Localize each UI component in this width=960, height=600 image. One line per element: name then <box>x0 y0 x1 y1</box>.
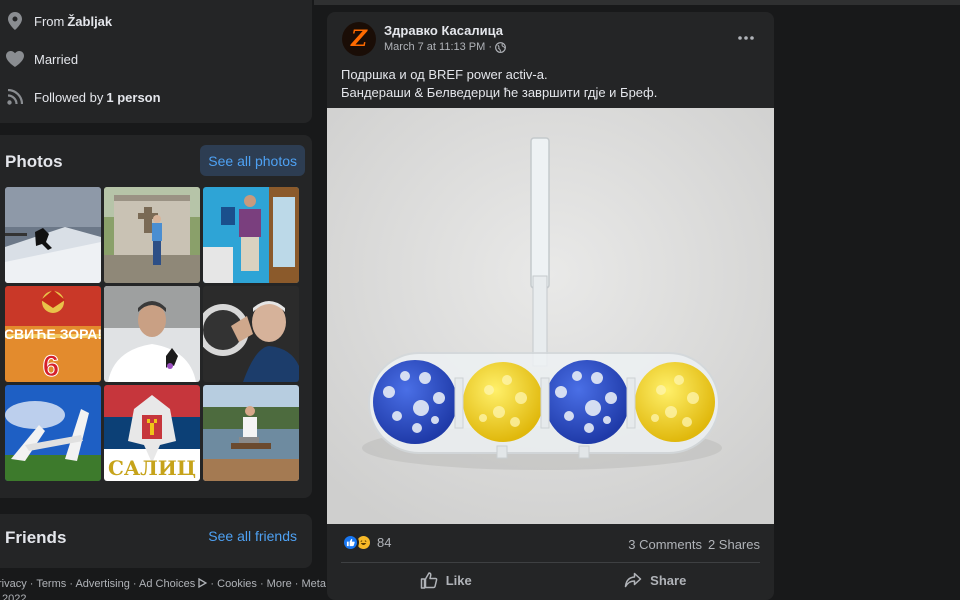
intro-relationship: Married <box>34 51 79 67</box>
post-options-button[interactable] <box>732 24 760 52</box>
photo-thumbnail[interactable] <box>104 286 200 382</box>
photos-title: Photos <box>5 152 63 171</box>
feed-post: Z Здравко Касалица March 7 at 11:13 PM ·… <box>327 12 774 600</box>
intro-from-place[interactable]: Žabljak <box>67 14 112 29</box>
photo-thumbnail-flag[interactable]: САЛИЦ <box>104 385 200 481</box>
photo-thumbnail[interactable] <box>203 385 299 481</box>
more-horizontal-icon <box>738 36 754 40</box>
comments-count-link[interactable]: 3 Comments <box>628 537 702 552</box>
profile-left-column: From Žabljak Married Followed by 1 perso… <box>0 0 326 600</box>
post-meta: March 7 at 11:13 PM · <box>384 41 506 53</box>
ad-choices-icon <box>198 577 208 591</box>
post-divider <box>341 562 760 563</box>
footer-link[interactable]: Terms <box>36 578 66 590</box>
rss-icon <box>5 87 25 107</box>
globe-icon[interactable] <box>495 41 506 53</box>
author-avatar[interactable]: Z <box>342 22 376 56</box>
footer-link[interactable]: Advertising <box>75 578 129 590</box>
photos-card: Photos See all photos СВИЋЕ ЗОРА! 6 САЛИ… <box>0 135 312 498</box>
friends-card: Friends See all friends <box>0 514 312 568</box>
intro-from-prefix: From <box>34 13 65 29</box>
share-arrow-icon <box>624 572 642 588</box>
footer-link[interactable]: Ad Choices <box>139 578 195 590</box>
share-label: Share <box>650 572 687 588</box>
poster-text-line2: 6 <box>43 350 60 382</box>
footer-link[interactable]: More <box>267 578 292 590</box>
like-button[interactable]: Like <box>341 566 551 594</box>
see-all-photos-button[interactable]: See all photos <box>200 145 305 176</box>
post-author[interactable]: Здравко Касалица <box>384 23 503 38</box>
photo-thumbnail[interactable] <box>104 187 200 283</box>
intro-followers-row: Followed by 1 person <box>5 87 164 107</box>
thumbs-up-icon <box>420 571 438 589</box>
location-pin-icon <box>5 11 25 31</box>
footer-year: 2022 <box>2 593 27 600</box>
friends-title: Friends <box>5 528 67 547</box>
intro-relationship-row: Married <box>5 49 78 69</box>
post-stats: 3 Comments 2 Shares <box>628 537 760 552</box>
flag-text: САЛИЦ <box>108 456 196 480</box>
poster-text-line1: СВИЋЕ ЗОРА! <box>5 326 101 342</box>
reactions-summary[interactable]: 84 <box>342 534 391 551</box>
intro-card: From Žabljak Married Followed by 1 perso… <box>0 0 312 123</box>
top-divider <box>314 0 960 5</box>
photo-grid: СВИЋЕ ЗОРА! 6 САЛИЦ <box>5 187 299 481</box>
footer-links: rivacy · Terms · Advertising · Ad Choice… <box>0 577 326 591</box>
post-text-line: Подршка и од BREF power activ-a. <box>341 67 548 82</box>
avatar-letter: Z <box>350 26 368 52</box>
photo-thumbnail[interactable] <box>203 187 299 283</box>
intro-from-row: From Žabljak <box>5 11 115 31</box>
footer-link[interactable]: rivacy <box>0 578 27 590</box>
post-image[interactable] <box>327 108 774 524</box>
share-button[interactable]: Share <box>551 566 761 594</box>
post-timestamp[interactable]: March 7 at 11:13 PM <box>384 41 485 53</box>
intro-followed-count[interactable]: 1 person <box>106 90 160 105</box>
photo-thumbnail[interactable] <box>5 385 101 481</box>
see-all-friends-link[interactable]: See all friends <box>208 528 297 544</box>
photo-thumbnail-poster[interactable]: СВИЋЕ ЗОРА! 6 <box>5 286 101 382</box>
footer-link[interactable]: Meta <box>302 578 326 590</box>
intro-followed-prefix: Followed by <box>34 89 104 105</box>
reaction-count: 84 <box>377 535 392 550</box>
heart-icon <box>5 49 25 69</box>
like-reaction-icon <box>342 534 359 551</box>
post-text: Подршка и од BREF power activ-a. Бандера… <box>341 66 657 102</box>
like-label: Like <box>445 572 472 588</box>
post-text-line: Бандераши & Белведерци ће завршити гдје … <box>341 85 658 100</box>
toilet-freshener-image <box>327 108 774 524</box>
shares-count-link[interactable]: 2 Shares <box>708 537 760 552</box>
photo-thumbnail[interactable] <box>5 187 101 283</box>
photo-thumbnail[interactable] <box>203 286 299 382</box>
post-action-bar: Like Share <box>341 566 760 594</box>
footer-link[interactable]: Cookies <box>217 578 257 590</box>
